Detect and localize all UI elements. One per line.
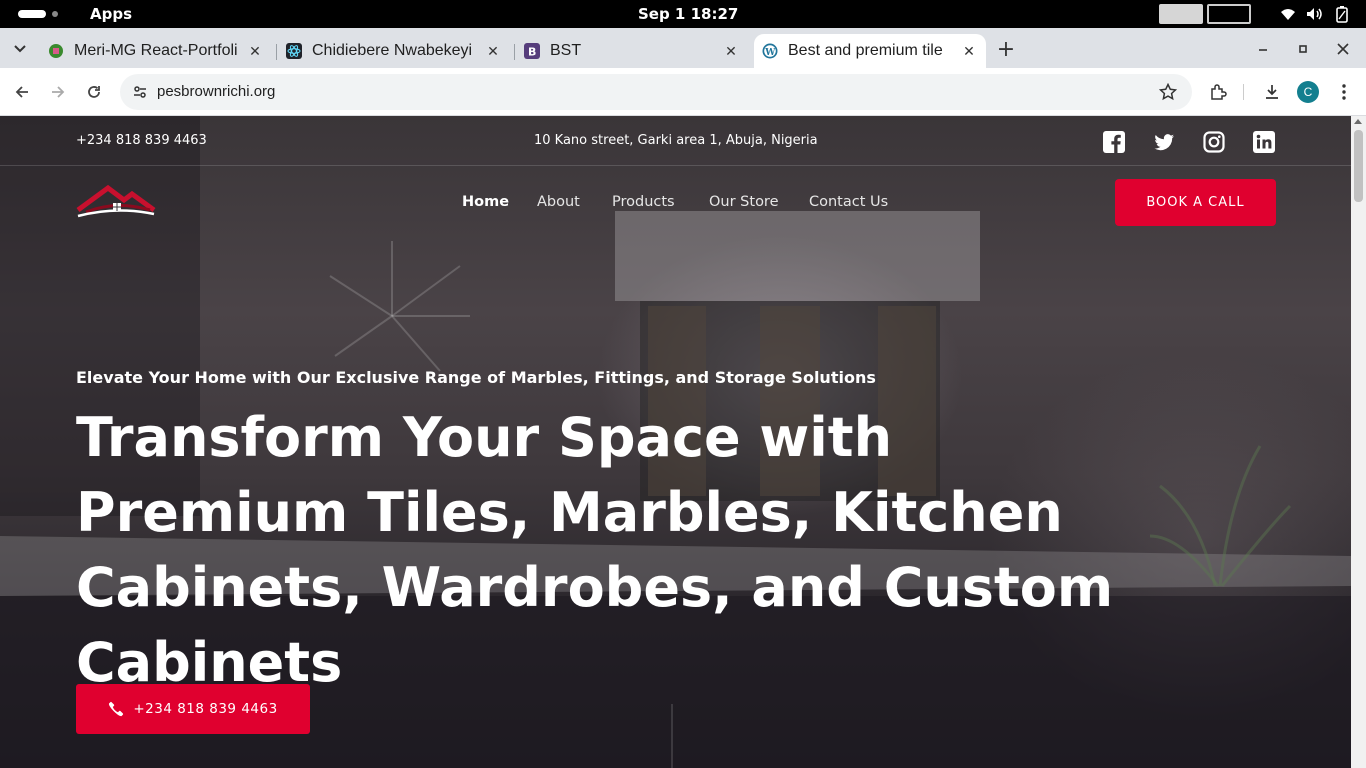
download-icon	[1266, 85, 1278, 99]
wifi-icon[interactable]	[1278, 4, 1298, 24]
kebab-menu-icon	[1342, 84, 1346, 100]
tab-separator	[276, 44, 277, 60]
new-tab-button[interactable]: +	[994, 37, 1018, 62]
downloads-button[interactable]	[1260, 80, 1284, 104]
close-tab-icon[interactable]: ✕	[246, 42, 264, 60]
forward-arrow-icon	[52, 86, 65, 98]
nav-products[interactable]: Products	[612, 194, 675, 210]
site-info-icon[interactable]	[128, 80, 152, 104]
maximize-button[interactable]	[1292, 38, 1314, 60]
system-top-bar: Apps Sep 1 18:27	[0, 0, 1366, 28]
tab-title: Chidiebere Nwabekeyi	[312, 42, 473, 59]
extensions-button[interactable]	[1206, 80, 1230, 104]
react-icon	[286, 43, 302, 59]
tab-meri-mg[interactable]: Meri-MG React-Portfoli ✕	[40, 34, 272, 68]
tab-pesbrownrichi[interactable]: W Best and premium tile ✕	[754, 34, 986, 68]
tab-chidiebere[interactable]: Chidiebere Nwabekeyi ✕	[278, 34, 510, 68]
header-address: 10 Kano street, Garki area 1, Abuja, Nig…	[534, 133, 818, 148]
tab-separator	[514, 44, 515, 60]
workspace-indicator-active[interactable]	[18, 10, 46, 18]
profile-avatar[interactable]: C	[1297, 81, 1319, 103]
forward-button[interactable]	[46, 80, 70, 104]
svg-text:B: B	[528, 46, 536, 59]
hero-headline: Transform Your Space with Premium Tiles,…	[76, 406, 1114, 694]
chevron-down-icon	[14, 45, 26, 53]
maximize-icon	[1299, 45, 1307, 53]
activities-button[interactable]: Apps	[90, 5, 132, 23]
svg-text:W: W	[764, 48, 776, 58]
tab-title: Meri-MG React-Portfoli	[74, 42, 238, 59]
puzzle-icon	[1211, 84, 1227, 100]
minimize-button[interactable]	[1252, 38, 1274, 60]
back-button[interactable]	[10, 80, 34, 104]
tab-strip: Meri-MG React-Portfoli ✕ Chidiebere Nwab…	[0, 28, 1366, 68]
nav-about[interactable]: About	[537, 194, 580, 210]
hero-call-button[interactable]: +234 818 839 4463	[76, 684, 310, 734]
reload-icon	[88, 86, 100, 98]
clock[interactable]: Sep 1 18:27	[638, 5, 738, 23]
book-a-call-button[interactable]: BOOK A CALL	[1115, 179, 1276, 226]
tab-title: BST	[550, 42, 582, 59]
twitter-icon[interactable]	[1153, 131, 1175, 153]
scroll-up-arrow-icon[interactable]	[1354, 119, 1362, 124]
nav-contact-us[interactable]: Contact Us	[809, 194, 888, 210]
workspace-thumbnail-2[interactable]	[1207, 4, 1251, 24]
scrollbar-thumb[interactable]	[1354, 130, 1363, 202]
back-arrow-icon	[15, 86, 28, 98]
page-scrollbar[interactable]	[1351, 116, 1366, 768]
header-phone[interactable]: +234 818 839 4463	[76, 133, 207, 148]
close-icon	[1337, 43, 1349, 55]
workspace-thumbnail-1[interactable]	[1159, 4, 1203, 24]
battery-icon[interactable]	[1332, 4, 1352, 24]
reload-button[interactable]	[82, 80, 106, 104]
hero-tagline: Elevate Your Home with Our Exclusive Ran…	[76, 368, 876, 387]
linkedin-icon[interactable]	[1253, 131, 1275, 153]
volume-icon[interactable]	[1304, 4, 1324, 24]
wordpress-icon: W	[762, 43, 778, 59]
close-tab-icon[interactable]: ✕	[484, 42, 502, 60]
tab-search-button[interactable]	[8, 37, 32, 61]
nav-our-store[interactable]: Our Store	[709, 194, 779, 210]
facebook-icon[interactable]	[1103, 131, 1125, 153]
url-text[interactable]: pesbrownrichi.org	[157, 83, 275, 100]
browser-menu-button[interactable]	[1332, 80, 1356, 104]
nav-home[interactable]: Home	[462, 194, 509, 210]
green-leaf-icon	[48, 43, 64, 59]
instagram-icon[interactable]	[1203, 131, 1225, 153]
workspace-indicator[interactable]	[52, 11, 58, 17]
site-logo[interactable]	[76, 182, 156, 222]
bootstrap-icon: B	[524, 43, 540, 59]
close-window-button[interactable]	[1332, 38, 1354, 60]
close-tab-icon[interactable]: ✕	[722, 42, 740, 60]
web-page: +234 818 839 4463 10 Kano street, Garki …	[0, 116, 1351, 768]
toolbar-divider	[1243, 84, 1244, 100]
bookmark-star-icon[interactable]	[1156, 80, 1180, 104]
address-bar[interactable]: pesbrownrichi.org	[120, 74, 1192, 110]
tab-bst[interactable]: B BST ✕	[516, 34, 748, 68]
hero-call-label: +234 818 839 4463	[133, 701, 278, 717]
phone-icon	[109, 701, 124, 717]
top-info-bar: +234 818 839 4463 10 Kano street, Garki …	[0, 116, 1351, 166]
browser-toolbar: pesbrownrichi.org C	[0, 68, 1366, 116]
close-tab-icon[interactable]: ✕	[960, 42, 978, 60]
tab-title: Best and premium tile	[788, 42, 943, 59]
minimize-icon	[1259, 49, 1267, 51]
